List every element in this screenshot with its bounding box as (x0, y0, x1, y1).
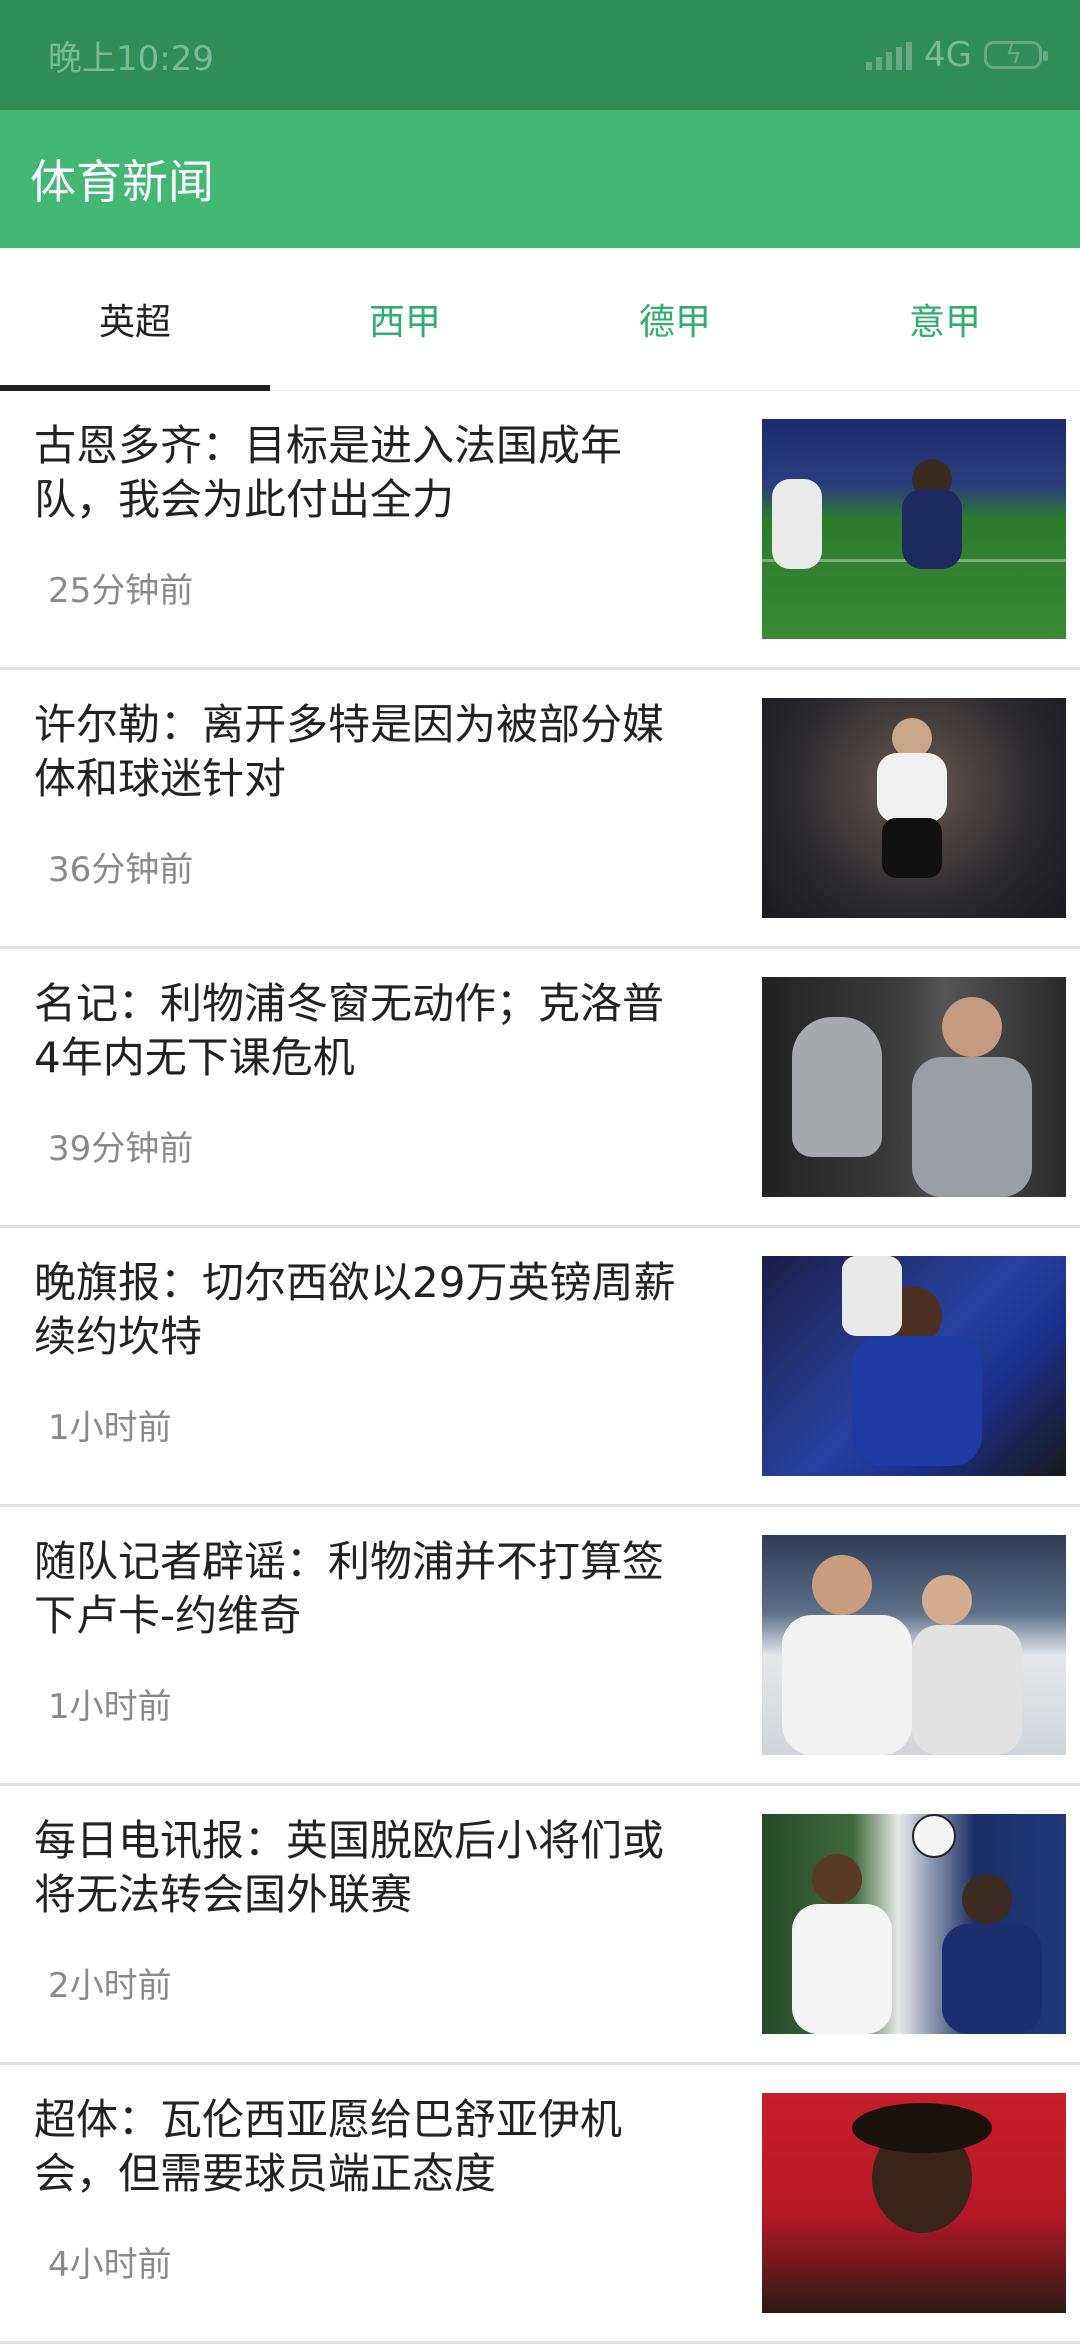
tab-premier-league[interactable]: 英超 (0, 248, 270, 391)
news-thumbnail[interactable] (762, 698, 1066, 918)
news-item[interactable]: 超体：瓦伦西亚愿给巴舒亚伊机会，但需要球员端正态度 4小时前 (0, 2065, 1080, 2344)
news-item[interactable]: 古恩多齐：目标是进入法国成年队，我会为此付出全力 25分钟前 (0, 391, 1080, 670)
news-item[interactable]: 随队记者辟谣：利物浦并不打算签下卢卡-约维奇 1小时前 (0, 1507, 1080, 1786)
tab-label: 意甲 (908, 302, 981, 343)
news-text: 超体：瓦伦西亚愿给巴舒亚伊机会，但需要球员端正态度 4小时前 (0, 2065, 680, 2341)
app-bar: 体育新闻 (0, 110, 1080, 248)
tab-label: 德甲 (638, 302, 711, 343)
news-thumbnail[interactable] (762, 977, 1066, 1197)
status-time: 晚上10:29 (48, 38, 214, 79)
news-thumbnail[interactable] (762, 419, 1066, 639)
news-list: 古恩多齐：目标是进入法国成年队，我会为此付出全力 25分钟前 许尔勒：离开多特是… (0, 391, 1080, 2344)
news-text: 古恩多齐：目标是进入法国成年队，我会为此付出全力 25分钟前 (0, 391, 680, 667)
news-time: 36分钟前 (48, 850, 194, 890)
news-title: 名记：利物浦冬窗无动作；克洛普4年内无下课危机 (34, 979, 665, 1082)
tab-la-liga[interactable]: 西甲 (270, 248, 540, 390)
category-tabs: 英超 西甲 德甲 意甲 (0, 248, 1080, 391)
news-time: 1小时前 (48, 1687, 172, 1727)
page-title: 体育新闻 (30, 155, 214, 209)
news-text: 名记：利物浦冬窗无动作；克洛普4年内无下课危机 39分钟前 (0, 949, 680, 1225)
battery-charging-icon: ϟ (984, 40, 1048, 70)
news-item[interactable]: 晚旗报：切尔西欲以29万英镑周薪续约坎特 1小时前 (0, 1228, 1080, 1507)
news-text: 每日电讯报：英国脱欧后小将们或将无法转会国外联赛 2小时前 (0, 1786, 680, 2062)
news-time: 25分钟前 (48, 571, 194, 611)
news-thumbnail[interactable] (762, 1535, 1066, 1755)
status-icons: 4G ϟ (866, 35, 1048, 75)
news-text: 许尔勒：离开多特是因为被部分媒体和球迷针对 36分钟前 (0, 670, 680, 946)
news-item[interactable]: 每日电讯报：英国脱欧后小将们或将无法转会国外联赛 2小时前 (0, 1786, 1080, 2065)
news-title: 古恩多齐：目标是进入法国成年队，我会为此付出全力 (34, 421, 623, 524)
news-time: 4小时前 (48, 2245, 172, 2285)
news-thumbnail[interactable] (762, 1814, 1066, 2034)
news-time: 39分钟前 (48, 1129, 194, 1169)
news-title: 随队记者辟谣：利物浦并不打算签下卢卡-约维奇 (34, 1537, 665, 1640)
tab-label: 西甲 (368, 302, 441, 343)
news-title: 许尔勒：离开多特是因为被部分媒体和球迷针对 (34, 700, 665, 803)
network-type: 4G (924, 35, 972, 75)
news-thumbnail[interactable] (762, 2093, 1066, 2313)
signal-icon (866, 40, 913, 70)
news-time: 1小时前 (48, 1408, 172, 1448)
status-bar: 晚上10:29 4G ϟ (0, 0, 1080, 110)
news-title: 每日电讯报：英国脱欧后小将们或将无法转会国外联赛 (34, 1816, 665, 1919)
news-item[interactable]: 名记：利物浦冬窗无动作；克洛普4年内无下课危机 39分钟前 (0, 949, 1080, 1228)
news-title: 晚旗报：切尔西欲以29万英镑周薪续约坎特 (34, 1258, 676, 1361)
news-title: 超体：瓦伦西亚愿给巴舒亚伊机会，但需要球员端正态度 (34, 2095, 623, 2198)
news-thumbnail[interactable] (762, 1256, 1066, 1476)
tab-bundesliga[interactable]: 德甲 (540, 248, 810, 390)
tab-label: 英超 (98, 302, 171, 343)
tab-serie-a[interactable]: 意甲 (810, 248, 1080, 390)
news-item[interactable]: 许尔勒：离开多特是因为被部分媒体和球迷针对 36分钟前 (0, 670, 1080, 949)
news-text: 随队记者辟谣：利物浦并不打算签下卢卡-约维奇 1小时前 (0, 1507, 680, 1783)
news-text: 晚旗报：切尔西欲以29万英镑周薪续约坎特 1小时前 (0, 1228, 680, 1504)
news-time: 2小时前 (48, 1966, 172, 2006)
